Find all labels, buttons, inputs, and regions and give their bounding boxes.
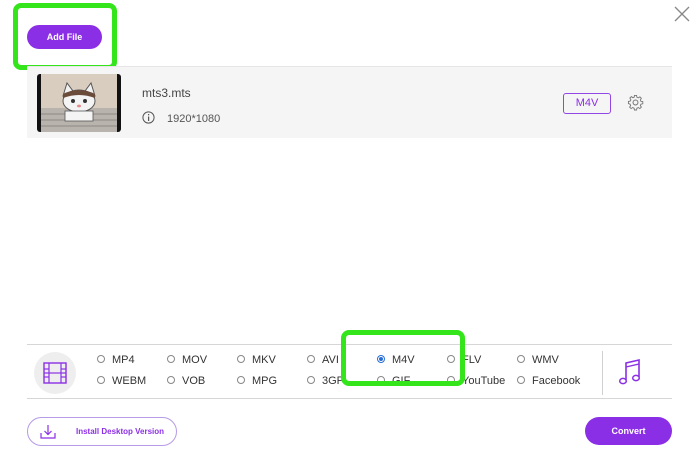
format-option-mpg[interactable]: MPG: [237, 375, 277, 387]
install-desktop-button[interactable]: Install Desktop Version: [27, 417, 177, 446]
format-option-facebook[interactable]: Facebook: [517, 375, 580, 387]
radio-button[interactable]: [237, 376, 245, 385]
audio-format-tab[interactable]: [617, 357, 643, 387]
format-option-wmv[interactable]: WMV: [517, 354, 559, 366]
file-resolution: 1920*1080: [167, 113, 221, 125]
format-label: MOV: [182, 354, 208, 366]
format-label: MP4: [112, 354, 135, 366]
format-option-avi[interactable]: AVI: [307, 354, 339, 366]
format-label: YouTube: [462, 375, 506, 387]
radio-button[interactable]: [167, 355, 175, 364]
radio-button[interactable]: [517, 376, 525, 385]
output-format-button[interactable]: M4V: [563, 93, 611, 114]
format-option-3gp[interactable]: 3GP: [307, 375, 344, 387]
thumbnail-image: [41, 74, 117, 132]
radio-button[interactable]: [307, 355, 315, 364]
divider: [602, 351, 603, 395]
radio-button[interactable]: [307, 376, 315, 385]
format-option-webm[interactable]: WEBM: [97, 375, 146, 387]
video-format-tab[interactable]: [34, 352, 76, 394]
radio-button[interactable]: [97, 376, 105, 385]
file-list: mts3.mts 1920*1080 M4V: [0, 62, 672, 344]
format-label: WMV: [532, 354, 559, 366]
radio-button[interactable]: [517, 355, 525, 364]
video-thumbnail: [37, 74, 121, 132]
music-note-icon: [618, 358, 641, 385]
radio-button[interactable]: [97, 355, 105, 364]
close-button[interactable]: [671, 3, 693, 25]
close-icon: [674, 6, 690, 22]
format-label: VOB: [182, 375, 206, 387]
film-icon: [43, 362, 67, 384]
highlight-box-m4v: [341, 330, 465, 386]
format-label: WEBM: [112, 375, 147, 387]
file-row: mts3.mts 1920*1080 M4V: [27, 66, 672, 138]
format-option-mov[interactable]: MOV: [167, 354, 207, 366]
format-option-mp4[interactable]: MP4: [97, 354, 135, 366]
radio-button[interactable]: [167, 376, 175, 385]
format-label: AVI: [322, 354, 339, 366]
format-label: Facebook: [532, 375, 581, 387]
format-label: MPG: [252, 375, 278, 387]
install-desktop-label: Install Desktop Version: [76, 427, 165, 436]
highlight-box-add-file: [13, 3, 117, 70]
format-label: MKV: [252, 354, 276, 366]
radio-button[interactable]: [237, 355, 245, 364]
file-name: mts3.mts: [142, 86, 191, 100]
download-icon: [40, 425, 56, 439]
format-option-vob[interactable]: VOB: [167, 375, 205, 387]
format-option-mkv[interactable]: MKV: [237, 354, 276, 366]
info-icon[interactable]: [142, 111, 155, 124]
convert-button[interactable]: Convert: [585, 417, 672, 445]
settings-icon[interactable]: [627, 94, 644, 111]
